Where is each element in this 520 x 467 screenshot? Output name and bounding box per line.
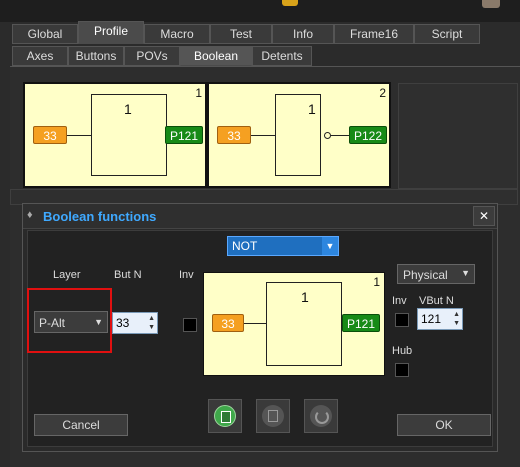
toolbar-icon[interactable] <box>482 0 500 8</box>
reset-button[interactable] <box>304 399 338 433</box>
logic-gate: 1 <box>91 94 167 176</box>
toolbar-icon[interactable] <box>282 0 298 6</box>
invert-input-checkbox[interactable] <box>183 318 197 332</box>
button-number-value: 33 <box>116 316 130 330</box>
boolean-cell-1[interactable]: 1 1 33 P121 <box>23 82 207 188</box>
spin-arrows-icon[interactable]: ▲ ▼ <box>453 310 460 328</box>
close-button[interactable]: ✕ <box>473 206 495 226</box>
tab-script[interactable]: Script <box>414 24 480 44</box>
tab-boolean[interactable]: Boolean <box>180 46 252 66</box>
paste-button[interactable] <box>208 399 242 433</box>
undo-glyph <box>315 410 329 424</box>
gate-number: 1 <box>301 289 309 305</box>
gate-preview: 1 1 33 P121 <box>203 272 385 376</box>
cell-number: 2 <box>379 86 386 100</box>
physical-select-value: Physical <box>403 268 448 282</box>
inv-output-label: Inv <box>392 295 407 307</box>
tab-frame16[interactable]: Frame16 <box>334 24 414 44</box>
tab-axes[interactable]: Axes <box>12 46 68 66</box>
hub-checkbox[interactable] <box>395 363 409 377</box>
tab-global[interactable]: Global <box>12 24 78 44</box>
input-button-pill: 33 <box>217 126 251 144</box>
ok-button[interactable]: OK <box>397 414 491 436</box>
clipboard-glyph <box>221 411 231 423</box>
spin-arrows-icon[interactable]: ▲ ▼ <box>148 314 155 332</box>
hub-label: Hub <box>392 345 413 357</box>
dialog-titlebar[interactable]: ♦ Boolean functions ✕ <box>23 204 497 229</box>
tab-detents[interactable]: Detents <box>252 46 312 66</box>
inverter-dot <box>324 132 331 139</box>
highlight-frame <box>27 288 112 353</box>
app-icon: ♦ <box>27 209 33 221</box>
tab-macro[interactable]: Macro <box>144 24 210 44</box>
virtual-button-stepper[interactable]: 121 ▲ ▼ <box>417 308 463 330</box>
chevron-down-icon: ▼ <box>322 237 338 255</box>
logic-gate: 1 <box>266 282 342 366</box>
logic-gate: 1 <box>275 94 321 176</box>
virtual-button-value: 121 <box>421 312 442 326</box>
tab-buttons[interactable]: Buttons <box>68 46 124 66</box>
inv-label: Inv <box>179 269 194 281</box>
tab-povs[interactable]: POVs <box>124 46 180 66</box>
cell-number: 1 <box>195 86 202 100</box>
output-button-pill: P121 <box>165 126 203 144</box>
button-number-stepper[interactable]: 33 ▲ ▼ <box>112 312 158 334</box>
dialog-title: Boolean functions <box>43 209 157 224</box>
tab-profile[interactable]: Profile <box>78 21 144 44</box>
input-wire <box>67 135 91 136</box>
layer-label: Layer <box>53 269 81 281</box>
input-wire <box>244 323 266 324</box>
vbutn-label: VBut N <box>419 295 454 307</box>
copy-icon <box>262 405 284 427</box>
output-wire <box>331 135 351 136</box>
gate-number: 1 <box>124 101 132 117</box>
gate-number: 1 <box>308 101 316 117</box>
input-button-pill: 33 <box>33 126 67 144</box>
function-select-value: NOT <box>232 239 258 253</box>
clipboard-glyph <box>268 410 278 422</box>
butn-label: But N <box>114 269 142 281</box>
top-strip <box>0 0 520 22</box>
paste-icon <box>214 405 236 427</box>
invert-output-checkbox[interactable] <box>395 313 409 327</box>
output-button-pill: P121 <box>342 314 380 332</box>
empty-cell[interactable] <box>398 83 518 189</box>
function-select[interactable]: NOT ▼ <box>227 236 339 256</box>
tab-info[interactable]: Info <box>272 24 334 44</box>
input-button-pill: 33 <box>212 314 244 332</box>
cell-number: 1 <box>373 275 380 289</box>
physical-select[interactable]: Physical ▼ <box>397 264 475 284</box>
input-wire <box>251 135 275 136</box>
boolean-cell-2[interactable]: 2 1 33 P122 <box>207 82 391 188</box>
chevron-down-icon: ▼ <box>461 268 470 278</box>
copy-button[interactable] <box>256 399 290 433</box>
tab-test[interactable]: Test <box>210 24 272 44</box>
cancel-button[interactable]: Cancel <box>34 414 128 436</box>
output-button-pill: P122 <box>349 126 387 144</box>
undo-icon <box>310 405 332 427</box>
